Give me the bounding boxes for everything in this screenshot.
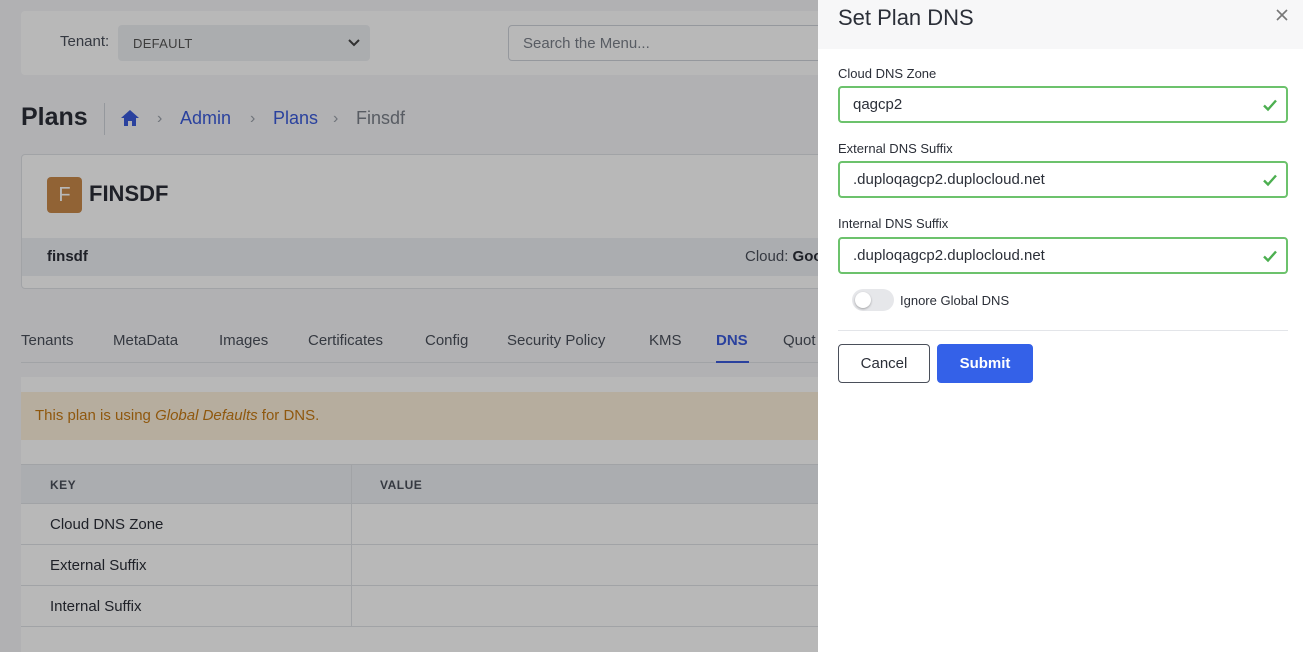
submit-button[interactable]: Submit [937,344,1033,383]
form-divider [838,330,1288,331]
ignore-global-dns-toggle[interactable] [852,289,894,311]
set-plan-dns-drawer: Set Plan DNS Cloud DNS Zone External DNS… [818,0,1303,652]
internal-dns-suffix-field [838,237,1288,274]
close-button[interactable] [1273,6,1291,24]
drawer-header: Set Plan DNS [818,0,1303,49]
external-dns-suffix-field [838,161,1288,198]
cancel-button[interactable]: Cancel [838,344,930,383]
cloud-dns-zone-field [838,86,1288,123]
external-dns-suffix-label: External DNS Suffix [838,141,953,156]
cloud-dns-zone-input[interactable] [853,96,1243,113]
drawer-title: Set Plan DNS [838,5,974,30]
toggle-knob [855,292,871,308]
check-icon [1263,250,1277,263]
external-dns-suffix-input[interactable] [853,171,1243,188]
ignore-global-dns-label: Ignore Global DNS [900,293,1010,308]
internal-dns-suffix-label: Internal DNS Suffix [838,216,949,231]
modal-backdrop[interactable] [0,0,818,652]
internal-dns-suffix-input[interactable] [853,247,1243,264]
check-icon [1263,174,1277,187]
check-icon [1263,99,1277,112]
cloud-dns-zone-label: Cloud DNS Zone [838,66,937,81]
close-icon [1276,9,1288,21]
